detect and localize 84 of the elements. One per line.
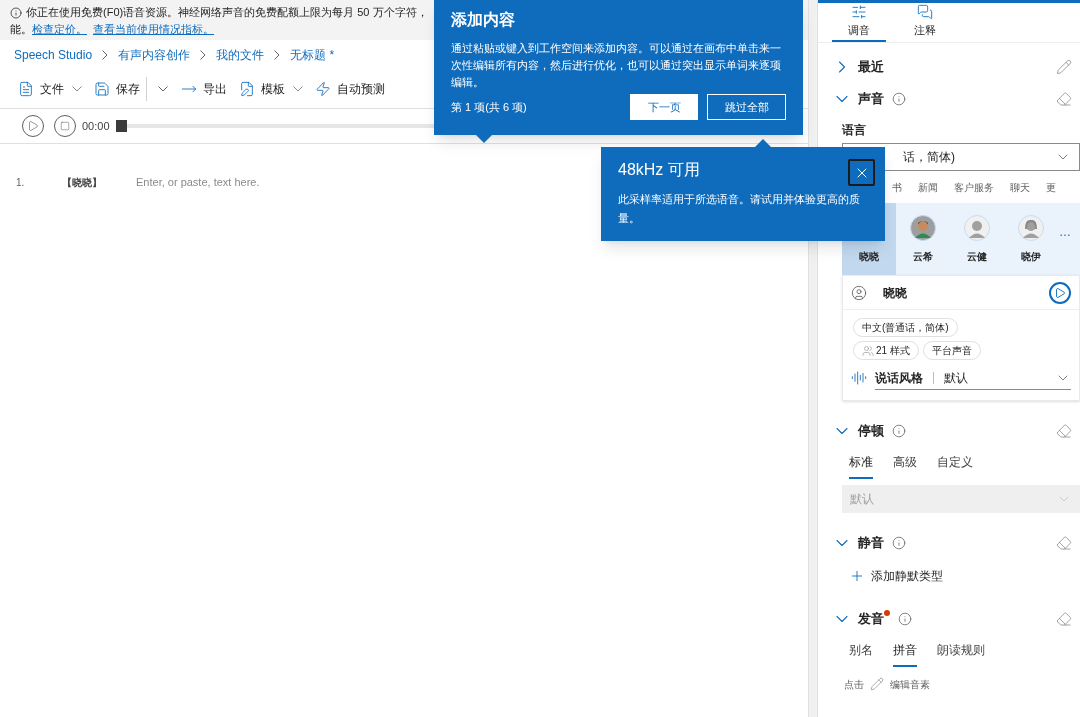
toolbar-button[interactable]: 自动预测 <box>309 79 391 98</box>
popup-text: 此采样率适用于所选语音。请试用并体验更高的质量。 <box>618 192 861 226</box>
hint-text: 点击 <box>844 677 864 692</box>
comments-icon <box>917 4 933 21</box>
avatar-icon <box>1018 214 1044 241</box>
chevron-right-icon <box>200 50 207 60</box>
popup-text: 通过粘贴或键入到工作空间来添加内容。可以通过在画布中单击来一次性编辑所有内容，然后进行优化，也可以通过突出显示单词来逐项编辑。 <box>451 41 782 90</box>
section-title: 声音 <box>858 90 884 109</box>
tab[interactable]: 高级 <box>893 453 917 479</box>
step-counter: 第 1 项(共 6 项) <box>451 99 528 115</box>
banner-text: 能。 <box>10 22 32 37</box>
next-button[interactable]: 下一页 <box>630 94 698 120</box>
style-dropdown[interactable]: 说话风格 默认 <box>875 366 1071 390</box>
play-icon <box>1054 286 1066 299</box>
field-label: 语言 <box>842 122 867 139</box>
add-button[interactable]: 添加静默类型 <box>818 559 943 593</box>
sliders-icon <box>851 4 867 21</box>
eraser-icon[interactable] <box>1056 91 1072 107</box>
voice-option[interactable]: 云健 <box>950 203 1004 275</box>
section-title: 静音 <box>858 534 884 553</box>
person-icon <box>851 284 867 301</box>
hint-text: 编辑音素 <box>890 677 930 692</box>
category-tab[interactable]: 聊天 <box>1010 179 1030 195</box>
skip-button[interactable]: 跳过全部 <box>707 94 786 120</box>
voice-option[interactable]: 晓伊 <box>1004 203 1058 275</box>
avatar-icon <box>964 214 990 241</box>
toolbar-button[interactable]: 保存 <box>88 79 146 98</box>
tab[interactable]: 标准 <box>849 453 873 479</box>
chevron-right-icon <box>274 50 281 60</box>
toolbar-button[interactable]: 导出 <box>175 79 233 98</box>
category-tab[interactable]: 书 <box>892 179 902 195</box>
banner-link[interactable]: 查看当前使用情况指标。 <box>93 21 214 38</box>
section-title: 发音 <box>858 610 884 629</box>
pencil-icon[interactable] <box>1056 59 1072 75</box>
breadcrumb-link[interactable]: 有声内容创作 <box>118 46 191 64</box>
info-icon[interactable] <box>892 92 906 106</box>
breadcrumb-link[interactable]: Speech Studio <box>14 46 93 64</box>
more-voices[interactable]: … <box>1059 223 1071 241</box>
document-icon <box>18 80 34 97</box>
eraser-icon[interactable] <box>1056 423 1072 439</box>
section-title: 最近 <box>858 58 884 77</box>
people-icon <box>862 344 874 357</box>
tab[interactable]: 别名 <box>849 641 873 667</box>
close-button[interactable] <box>848 159 875 186</box>
banner-link[interactable]: 检查定价。 <box>32 21 87 38</box>
avatar-icon <box>910 214 936 241</box>
lightning-icon <box>315 80 331 97</box>
banner-text: 你正在使用免费(F0)语音资源。神经网络声音的免费配额上限为每月 50 万个字符， <box>26 5 428 20</box>
tab[interactable]: 朗读规则 <box>937 641 985 667</box>
panel-tab[interactable]: 注释 <box>898 3 952 42</box>
template-icon <box>239 80 255 97</box>
progress-handle[interactable] <box>115 120 127 132</box>
info-icon[interactable] <box>898 612 912 626</box>
popup-title: 添加内容 <box>451 10 516 30</box>
category-tab[interactable]: 客户服务 <box>954 179 994 195</box>
voice-option[interactable]: 云希 <box>896 203 950 275</box>
toolbar-button[interactable]: 模板 <box>233 79 309 98</box>
category-tab[interactable]: 更 <box>1046 179 1056 195</box>
tab[interactable]: 自定义 <box>937 453 973 479</box>
eraser-icon[interactable] <box>1056 535 1072 551</box>
voice-name: 晓晓 <box>883 284 908 302</box>
stop-icon <box>60 121 70 131</box>
info-icon[interactable] <box>892 424 906 438</box>
pencil-icon <box>870 677 884 691</box>
time-text: 00:00 <box>82 118 110 134</box>
toolbar-button[interactable]: 文件 <box>12 79 88 98</box>
voice-tag: 【晓晓】 <box>62 174 136 190</box>
plus-icon <box>849 568 865 584</box>
play-icon <box>27 120 39 132</box>
tab[interactable]: 拼音 <box>893 641 917 667</box>
popup-title: 48kHz 可用 <box>618 160 701 180</box>
eraser-icon[interactable] <box>1056 611 1072 627</box>
play-button[interactable] <box>1049 281 1071 304</box>
info-icon[interactable] <box>892 536 906 550</box>
info-icon <box>10 6 22 19</box>
line-number: 1. <box>16 175 26 190</box>
category-tab[interactable]: 新闻 <box>918 179 938 195</box>
speaker-icon <box>851 370 867 386</box>
panel-tab[interactable]: 调音 <box>832 3 886 42</box>
save-icon <box>94 80 110 97</box>
breadcrumb-link[interactable]: 无标题 * <box>290 46 335 64</box>
section-title: 停顿 <box>858 422 884 441</box>
chevron-right-icon <box>102 50 109 60</box>
breadcrumb-link[interactable]: 我的文件 <box>216 46 265 64</box>
